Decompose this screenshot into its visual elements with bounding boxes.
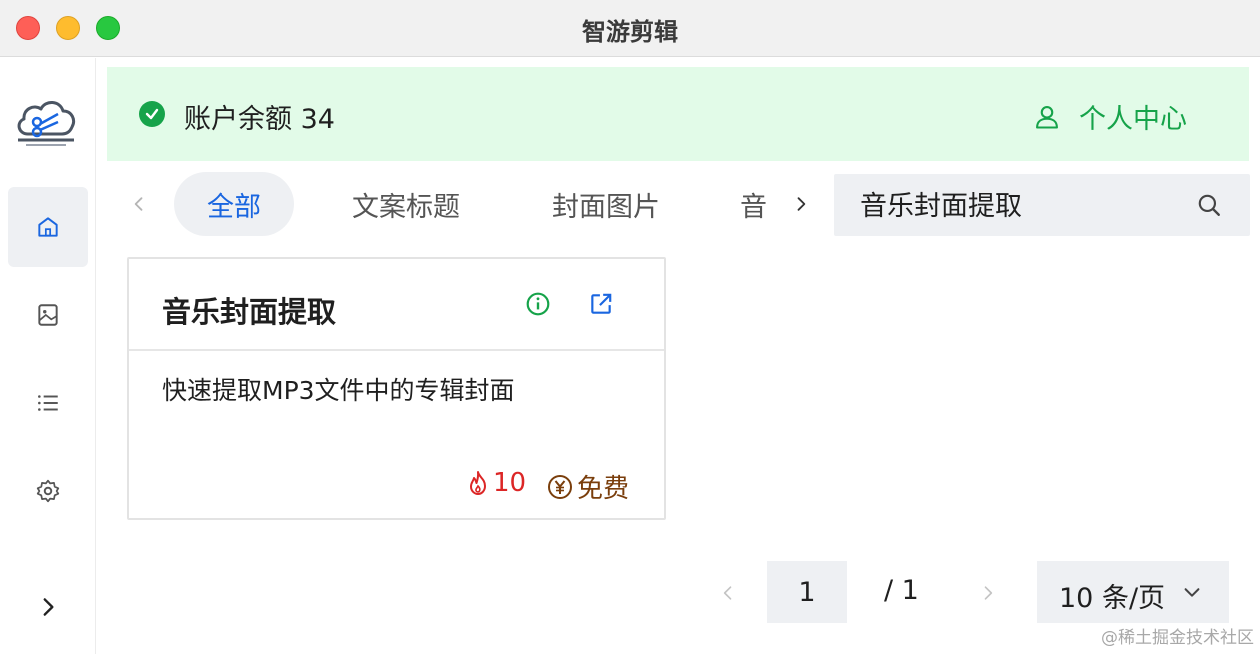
list-icon <box>38 395 58 411</box>
search-input[interactable] <box>860 188 1160 219</box>
next-page-button[interactable] <box>975 580 1001 606</box>
tab-all[interactable]: 全部 <box>174 172 294 236</box>
settings-icon <box>36 479 60 503</box>
chevron-right-icon <box>43 598 54 616</box>
current-page-input[interactable]: 1 <box>767 561 847 623</box>
total-pages: / 1 <box>884 575 919 606</box>
category-tabs: 全部 文案标题 封面图片 音 <box>170 172 780 236</box>
tabs-scroll-right-button[interactable] <box>787 190 815 218</box>
sidebar-expand-button[interactable] <box>8 567 88 647</box>
sidebar-item-home[interactable] <box>8 187 88 267</box>
tool-card[interactable]: 音乐封面提取 快速提取MP3文件中的专辑封面 10 免费 <box>127 257 666 520</box>
search-box <box>834 174 1250 236</box>
chevron-right-icon <box>984 586 993 600</box>
sidebar-item-list[interactable] <box>8 363 88 443</box>
tab-audio[interactable]: 音 <box>740 172 780 236</box>
price-tag: 免费 <box>547 468 629 505</box>
fire-icon <box>470 471 486 495</box>
yuan-coin-icon <box>548 474 572 499</box>
prev-page-button[interactable] <box>715 580 741 606</box>
card-description: 快速提取MP3文件中的专辑封面 <box>162 376 515 405</box>
tab-cover-images[interactable]: 封面图片 <box>530 172 682 236</box>
check-circle-icon <box>139 101 165 127</box>
home-icon <box>38 217 58 237</box>
tabs-scroll-left-button[interactable] <box>125 190 153 218</box>
user-center-label: 个人中心 <box>1079 104 1187 135</box>
balance-banner: 账户余额 34 个人中心 <box>107 67 1249 161</box>
hot-count-value: 10 <box>493 468 527 498</box>
sidebar-item-images[interactable] <box>8 275 88 355</box>
price-label: 免费 <box>577 474 630 504</box>
user-center-link[interactable]: 个人中心 <box>1033 97 1187 136</box>
user-icon <box>1036 105 1058 129</box>
sidebar <box>0 58 96 654</box>
search-icon[interactable] <box>1196 192 1222 218</box>
info-icon[interactable] <box>525 291 551 317</box>
tab-copywriting-titles[interactable]: 文案标题 <box>330 172 482 236</box>
app-logo-icon <box>17 101 76 146</box>
image-icon <box>38 304 58 326</box>
title-bar: 智游剪辑 <box>0 0 1260 57</box>
page-size-select[interactable]: 10 条/页 <box>1037 561 1229 623</box>
page-size-label: 10 条/页 <box>1059 583 1166 614</box>
sidebar-item-settings[interactable] <box>8 451 88 531</box>
hot-count: 10 <box>466 468 526 498</box>
account-balance: 账户余额 34 <box>184 104 335 135</box>
card-title: 音乐封面提取 <box>162 295 337 329</box>
chevron-right-icon <box>797 197 806 211</box>
chevron-down-icon <box>1184 588 1200 597</box>
card-divider <box>129 349 664 351</box>
window-title: 智游剪辑 <box>582 18 678 46</box>
chevron-left-icon <box>134 197 143 211</box>
watermark: @稀土掘金技术社区 <box>1101 628 1254 648</box>
chevron-left-icon <box>723 586 732 600</box>
external-link-icon[interactable] <box>588 291 614 317</box>
